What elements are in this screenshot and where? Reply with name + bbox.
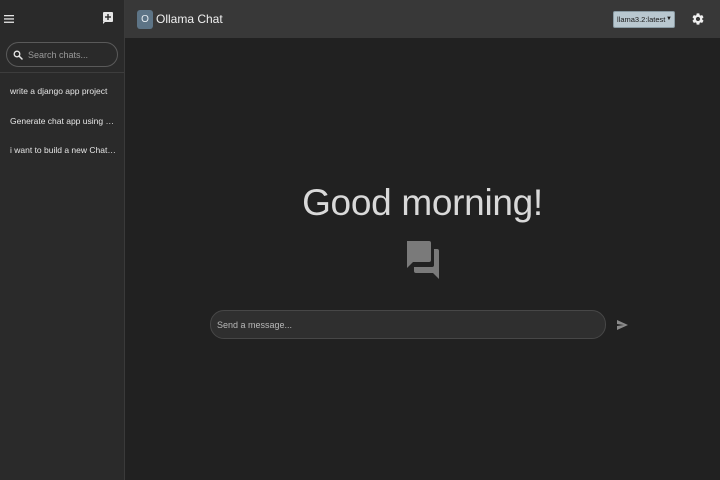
dropdown-caret-icon: ▼: [666, 16, 672, 22]
chat-history-item[interactable]: write a django app project: [0, 80, 124, 110]
send-button[interactable]: [616, 318, 629, 330]
settings-button[interactable]: [691, 12, 705, 26]
search-chats-box[interactable]: [6, 42, 118, 67]
menu-icon: [4, 15, 14, 23]
main-panel: O Ollama Chat llama3.2:latest ▼ Good mor…: [125, 0, 720, 480]
message-input[interactable]: [217, 319, 597, 330]
app-root: write a django app project Generate chat…: [0, 0, 720, 480]
gear-icon: [692, 13, 704, 25]
search-input[interactable]: [28, 49, 116, 60]
search-icon: [13, 50, 23, 60]
chat-history-item[interactable]: i want to build a new ChatGPT clone: [0, 139, 124, 169]
chat-bubbles-icon: [407, 241, 439, 279]
new-chat-button[interactable]: [101, 11, 115, 25]
sidebar-divider: [0, 72, 124, 73]
sidebar-header: [0, 0, 124, 38]
send-icon: [617, 320, 628, 330]
app-title: Ollama Chat: [156, 12, 223, 26]
message-composer[interactable]: [210, 310, 606, 339]
chat-history-item[interactable]: Generate chat app using Nextjs: [0, 110, 124, 140]
sidebar: write a django app project Generate chat…: [0, 0, 125, 480]
top-bar: O Ollama Chat llama3.2:latest ▼: [125, 0, 720, 38]
new-chat-icon: [103, 12, 113, 24]
chat-history-list: write a django app project Generate chat…: [0, 80, 124, 169]
model-select[interactable]: llama3.2:latest ▼: [613, 11, 675, 28]
menu-button[interactable]: [3, 12, 17, 26]
app-logo: O: [137, 10, 153, 29]
greeting-heading: Good morning!: [302, 182, 543, 223]
model-select-value: llama3.2:latest: [617, 15, 666, 24]
